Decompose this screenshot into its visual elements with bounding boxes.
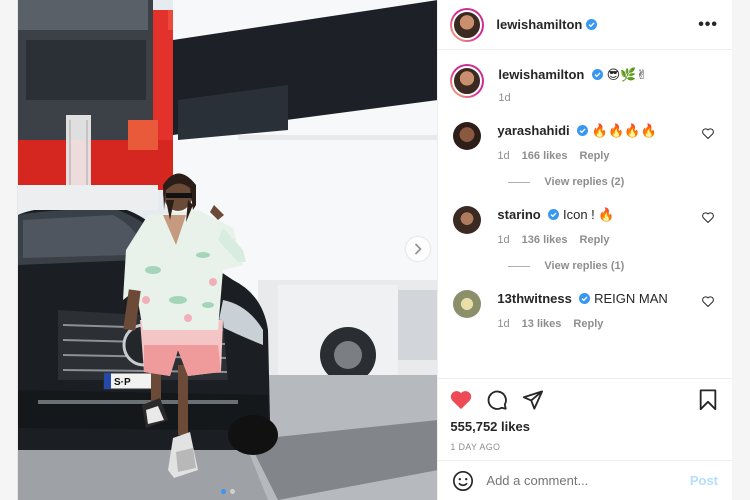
- comment-button[interactable]: [486, 389, 508, 411]
- commenter-avatar[interactable]: [453, 122, 482, 150]
- comment-time[interactable]: 1d: [497, 318, 509, 330]
- caption-avatar[interactable]: [450, 64, 485, 98]
- comment-username[interactable]: starino: [497, 207, 540, 222]
- commenter-avatar[interactable]: [453, 206, 482, 234]
- comment-row: starino Icon ! 🔥 1d 136 likes Reply: [450, 206, 718, 246]
- view-replies-label: View replies (1): [544, 260, 625, 272]
- post-side-panel: lewishamilton ••• lewishamilton 😎🌿✌ 1d y…: [437, 0, 732, 500]
- view-replies-button[interactable]: View replies (2): [508, 176, 718, 188]
- comment-likes[interactable]: 166 likes: [522, 150, 568, 162]
- photo-scene: S·P: [18, 0, 438, 500]
- post-modal: S·P lewishamilton ••• lewishamilton 😎🌿✌ …: [17, 0, 732, 500]
- reply-button[interactable]: Reply: [580, 150, 610, 162]
- comment-like-heart-icon[interactable]: [702, 296, 714, 307]
- share-button[interactable]: [522, 390, 544, 410]
- comment-row: 13thwitness REIGN MAN 1d 13 likes Reply: [450, 290, 718, 330]
- carousel-next-button[interactable]: [406, 237, 430, 261]
- bookmark-icon: [699, 389, 717, 411]
- comment-like-heart-icon[interactable]: [702, 212, 714, 223]
- comment-likes[interactable]: 13 likes: [522, 318, 562, 330]
- caption-text: 😎🌿✌: [606, 67, 648, 82]
- carousel-indicator: [18, 489, 437, 494]
- likes-count[interactable]: 555,752 likes: [450, 419, 718, 434]
- carousel-dot: [220, 489, 226, 494]
- save-button[interactable]: [698, 389, 718, 411]
- paper-plane-icon: [523, 390, 544, 410]
- commenter-avatar[interactable]: [453, 290, 482, 318]
- comment-time[interactable]: 1d: [497, 234, 509, 246]
- verified-badge-icon: [577, 125, 589, 136]
- verified-badge-icon: [548, 209, 560, 220]
- verified-badge-icon: [592, 69, 603, 80]
- caption-time[interactable]: 1d: [498, 92, 510, 104]
- comment-likes[interactable]: 136 likes: [522, 234, 568, 246]
- post-header: lewishamilton •••: [438, 0, 732, 50]
- chevron-right-icon: [414, 243, 422, 255]
- view-replies-button[interactable]: View replies (1): [508, 260, 718, 272]
- like-button[interactable]: [450, 390, 472, 410]
- comment-text: 🔥🔥🔥🔥: [591, 123, 657, 138]
- reply-button[interactable]: Reply: [573, 318, 603, 330]
- verified-badge-icon: [579, 293, 591, 304]
- view-replies-label: View replies (2): [544, 176, 625, 188]
- comment-like-heart-icon[interactable]: [702, 128, 714, 139]
- comment-text: REIGN MAN: [594, 291, 668, 306]
- post-photo[interactable]: S·P: [18, 0, 438, 500]
- comment-username[interactable]: yarashahidi: [497, 123, 569, 138]
- comment-row: yarashahidi 🔥🔥🔥🔥 1d 166 likes Reply: [450, 122, 718, 162]
- caption-username[interactable]: lewishamilton: [498, 67, 584, 82]
- comment-time[interactable]: 1d: [497, 150, 509, 162]
- svg-text:S·P: S·P: [114, 377, 131, 388]
- owner-username-link[interactable]: lewishamilton: [496, 17, 582, 32]
- post-actions: 555,752 likes 1 DAY AGO: [438, 378, 732, 460]
- heart-filled-icon: [451, 391, 472, 410]
- comment-bubble-icon: [488, 390, 508, 410]
- caption-row: lewishamilton 😎🌿✌ 1d: [450, 64, 718, 104]
- emoji-smiley-icon: [453, 470, 474, 491]
- replies-divider: [508, 265, 531, 267]
- carousel-dot: [229, 489, 235, 494]
- reply-button[interactable]: Reply: [580, 234, 610, 246]
- emoji-button[interactable]: [452, 470, 474, 492]
- owner-avatar[interactable]: [450, 7, 485, 42]
- comments-list: lewishamilton 😎🌿✌ 1d yarashahidi 🔥🔥🔥🔥 1d…: [438, 50, 732, 378]
- add-comment-input[interactable]: [486, 473, 690, 488]
- more-options-button[interactable]: •••: [698, 16, 718, 34]
- post-comment-button[interactable]: Post: [690, 473, 718, 488]
- verified-badge-icon: [586, 19, 598, 30]
- comment-username[interactable]: 13thwitness: [497, 291, 571, 306]
- post-timestamp[interactable]: 1 DAY AGO: [450, 442, 718, 452]
- comment-composer: Post: [438, 460, 732, 500]
- replies-divider: [508, 181, 531, 183]
- comment-text: Icon ! 🔥: [563, 207, 615, 222]
